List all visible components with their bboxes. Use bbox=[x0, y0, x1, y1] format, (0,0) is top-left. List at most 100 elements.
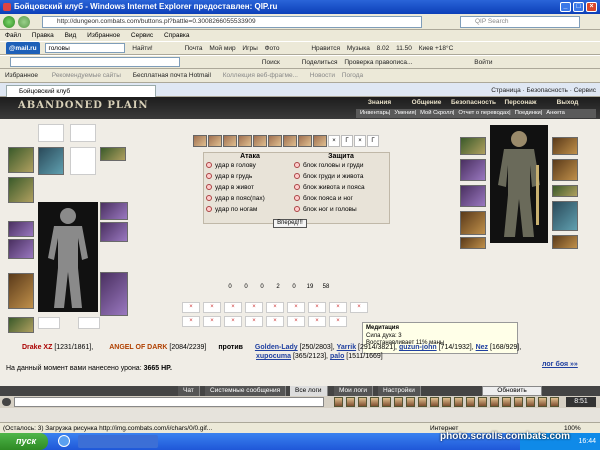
chat-tool-icon[interactable] bbox=[430, 397, 439, 407]
chat-tool-icon[interactable] bbox=[406, 397, 415, 407]
maximize-button[interactable]: □ bbox=[573, 2, 584, 12]
toolbar2-address-input[interactable] bbox=[10, 57, 180, 68]
spell-slot[interactable]: × bbox=[245, 316, 263, 327]
chat-input[interactable] bbox=[14, 397, 324, 407]
defense-option[interactable]: блок головы и груди bbox=[292, 160, 390, 171]
chat-tool-icon[interactable] bbox=[346, 397, 355, 407]
left-equip-slot[interactable] bbox=[38, 124, 64, 142]
right-equip-slot[interactable] bbox=[460, 237, 486, 249]
right-equip-slot[interactable] bbox=[460, 211, 486, 235]
spell-slot[interactable]: × bbox=[350, 302, 368, 313]
menu-help[interactable]: Справка bbox=[164, 32, 190, 39]
favorites-label[interactable]: Избранное bbox=[5, 69, 38, 82]
spell-slot[interactable]: × bbox=[287, 302, 305, 313]
enemy-name[interactable]: Nez bbox=[476, 344, 488, 351]
left-equip-slot[interactable] bbox=[78, 317, 100, 329]
chat-tool-icon[interactable] bbox=[514, 397, 523, 407]
chat-tool-icon[interactable] bbox=[394, 397, 403, 407]
toolbar2-search[interactable]: Поиск bbox=[262, 56, 280, 68]
left-equip-slot[interactable] bbox=[8, 239, 34, 259]
buff-icon[interactable] bbox=[268, 135, 282, 147]
minimize-button[interactable]: _ bbox=[560, 2, 571, 12]
find-button[interactable]: Найти! bbox=[132, 42, 152, 54]
page-menu[interactable]: Страница bbox=[491, 87, 520, 94]
toolbar-music[interactable]: Музыка bbox=[347, 42, 370, 54]
left-equip-slot[interactable] bbox=[100, 202, 128, 220]
chat-tool-icon[interactable] bbox=[382, 397, 391, 407]
taskbar-window-button[interactable] bbox=[78, 435, 158, 448]
all-logs-tab[interactable]: Все логи bbox=[290, 386, 328, 396]
radio-icon[interactable] bbox=[206, 162, 212, 169]
menu-view[interactable]: Вид bbox=[65, 32, 77, 39]
empty-slot-icon[interactable]: Г bbox=[341, 135, 353, 147]
left-equip-slot[interactable] bbox=[100, 222, 128, 242]
menu-edit[interactable]: Правка bbox=[32, 32, 54, 39]
spell-slot[interactable]: × bbox=[308, 316, 326, 327]
enemy-name[interactable]: palo bbox=[330, 353, 344, 360]
defense-option[interactable]: блок ног и головы bbox=[292, 204, 390, 215]
fav-recommended[interactable]: Рекомендуемые сайты bbox=[52, 69, 121, 82]
left-equip-slot[interactable] bbox=[38, 317, 60, 329]
toolbar-games[interactable]: Игры bbox=[242, 42, 257, 54]
back-icon[interactable] bbox=[3, 16, 15, 28]
spell-slot[interactable]: × bbox=[203, 302, 221, 313]
enemy-avatar[interactable] bbox=[490, 125, 548, 243]
enemy-name[interactable]: Yarrik bbox=[337, 344, 356, 351]
close-button[interactable]: × bbox=[586, 2, 597, 12]
nav-fights[interactable]: Поединки bbox=[515, 110, 541, 116]
my-logs-tab[interactable]: Мои логи bbox=[334, 386, 374, 396]
empty-slot-icon[interactable]: × bbox=[328, 135, 340, 147]
left-equip-slot[interactable] bbox=[100, 147, 126, 161]
settings-tab[interactable]: Настройки bbox=[378, 386, 421, 396]
spell-slot[interactable]: × bbox=[308, 302, 326, 313]
left-equip-slot[interactable] bbox=[8, 221, 34, 237]
buff-icon[interactable] bbox=[283, 135, 297, 147]
smile-icon[interactable] bbox=[2, 398, 11, 406]
enemy-name[interactable]: Golden-Lady bbox=[255, 344, 298, 351]
buff-icon[interactable] bbox=[313, 135, 327, 147]
left-equip-slot[interactable] bbox=[8, 177, 34, 203]
menu-tools[interactable]: Сервис bbox=[131, 32, 153, 39]
spell-slot[interactable]: × bbox=[203, 316, 221, 327]
chat-tool-icon[interactable] bbox=[370, 397, 379, 407]
spell-slot[interactable]: × bbox=[182, 316, 200, 327]
toolbar-weather[interactable]: Киев +18°C bbox=[419, 42, 454, 54]
defense-option[interactable]: блок груди и живота bbox=[292, 171, 390, 182]
chat-tool-icon[interactable] bbox=[466, 397, 475, 407]
security-menu[interactable]: Безопасность bbox=[526, 87, 567, 94]
toolbar2-spellcheck[interactable]: Проверка правописа... bbox=[344, 56, 412, 68]
nav-knowledge[interactable]: Знания bbox=[356, 99, 403, 107]
left-equip-slot[interactable] bbox=[100, 272, 128, 316]
right-equip-slot[interactable] bbox=[460, 159, 486, 181]
nav-transfers[interactable]: Отчет о переводах bbox=[458, 110, 509, 116]
spell-slot[interactable]: × bbox=[266, 302, 284, 313]
radio-icon[interactable] bbox=[294, 206, 300, 213]
left-equip-slot[interactable] bbox=[8, 317, 34, 333]
forward-icon[interactable] bbox=[18, 16, 30, 28]
toolbar-like[interactable]: Нравится bbox=[311, 42, 340, 54]
empty-slot-icon[interactable]: Г bbox=[367, 135, 379, 147]
defense-option[interactable]: блок пояса и ног bbox=[292, 193, 390, 204]
right-equip-slot[interactable] bbox=[552, 185, 578, 197]
battle-log-link[interactable]: лог боя »» bbox=[542, 360, 578, 369]
radio-icon[interactable] bbox=[294, 162, 300, 169]
refresh-button[interactable]: Обновить bbox=[482, 386, 542, 396]
spell-slot[interactable]: × bbox=[329, 316, 347, 327]
system-messages-tab[interactable]: Системные сообщения bbox=[205, 386, 287, 396]
radio-icon[interactable] bbox=[206, 206, 212, 213]
chat-tab[interactable]: Чат bbox=[178, 386, 200, 396]
attack-option[interactable]: удар в пояс(пах) bbox=[204, 193, 296, 204]
nav-scroll[interactable]: Мой Скролл bbox=[420, 110, 453, 116]
chat-tool-icon[interactable] bbox=[334, 397, 343, 407]
right-equip-slot[interactable] bbox=[460, 185, 486, 207]
chat-tool-icon[interactable] bbox=[358, 397, 367, 407]
attack-option[interactable]: удар в грудь bbox=[204, 171, 296, 182]
forward-button[interactable]: Вперед!!! bbox=[273, 219, 307, 228]
fav-hotmail[interactable]: Бесплатная почта Hotmail bbox=[133, 69, 211, 82]
ie-quicklaunch-icon[interactable] bbox=[58, 435, 70, 447]
radio-icon[interactable] bbox=[206, 173, 212, 180]
radio-icon[interactable] bbox=[206, 195, 212, 202]
menu-file[interactable]: Файл bbox=[5, 32, 21, 39]
chat-tool-icon[interactable] bbox=[550, 397, 559, 407]
spell-slot[interactable]: × bbox=[224, 302, 242, 313]
